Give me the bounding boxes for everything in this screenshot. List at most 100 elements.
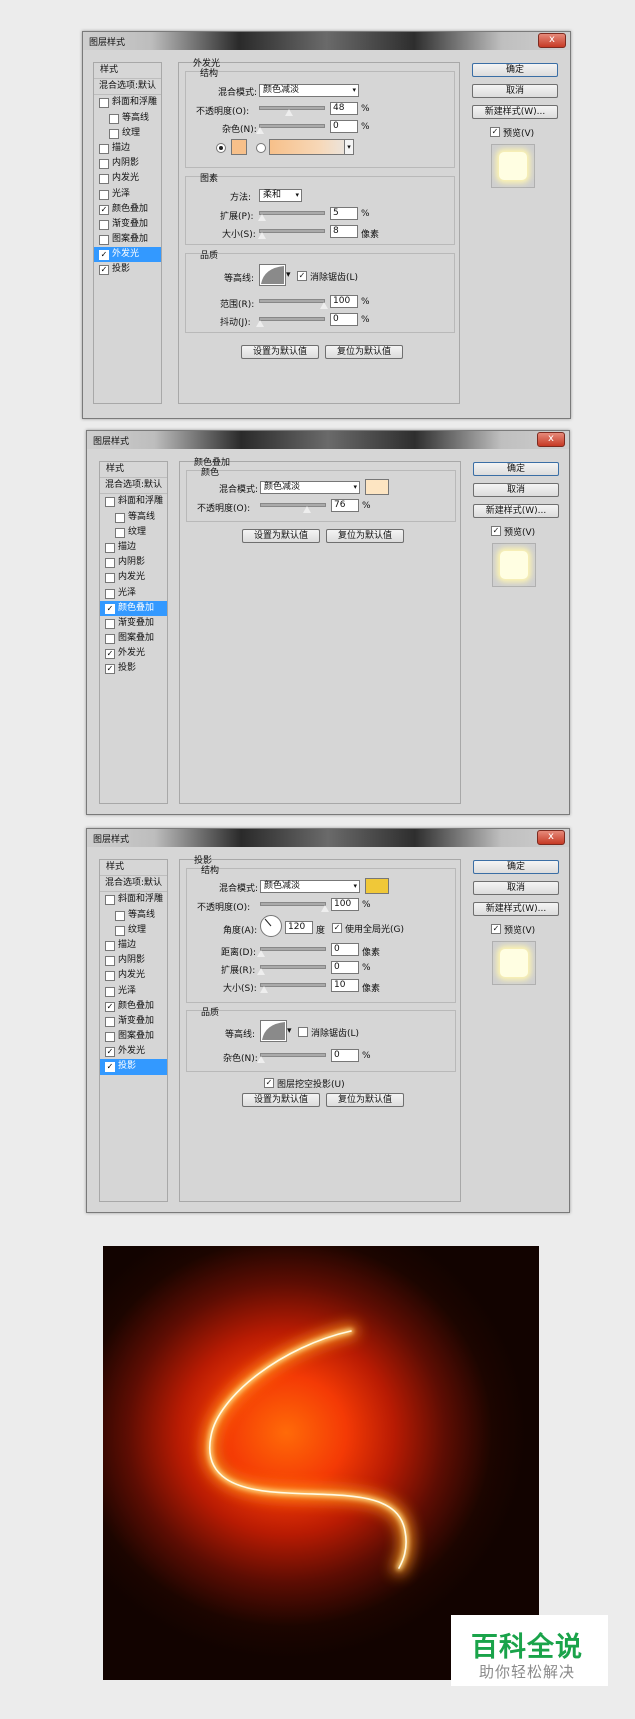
opacity-slider[interactable] bbox=[260, 902, 326, 906]
blend-options-item[interactable]: 混合选项:默认 bbox=[100, 876, 167, 893]
pattern-overlay-checkbox[interactable] bbox=[99, 235, 109, 246]
style-item-pattern-overlay[interactable]: 图案叠加 bbox=[100, 631, 167, 646]
pattern-overlay-checkbox[interactable] bbox=[105, 634, 115, 645]
style-item-gradient-overlay[interactable]: 渐变叠加 bbox=[100, 616, 167, 631]
stroke-checkbox[interactable] bbox=[105, 940, 115, 951]
inner-glow-checkbox[interactable] bbox=[105, 971, 115, 982]
distance-slider[interactable] bbox=[260, 947, 326, 951]
range-slider[interactable] bbox=[259, 299, 325, 303]
color-overlay-checkbox[interactable]: ✓ bbox=[105, 1001, 115, 1012]
ok-button[interactable]: 确定 bbox=[472, 63, 558, 77]
style-item-inner-glow[interactable]: 内发光 bbox=[94, 171, 161, 186]
style-item-contour[interactable]: 等高线 bbox=[100, 510, 167, 525]
gradient-overlay-checkbox[interactable] bbox=[99, 219, 109, 230]
jitter-slider[interactable] bbox=[259, 317, 325, 321]
style-item-drop-shadow[interactable]: ✓ 投影 bbox=[100, 1059, 167, 1075]
style-item-stroke[interactable]: 描边 bbox=[100, 540, 167, 555]
make-default-button[interactable]: 设置为默认值 bbox=[241, 345, 319, 359]
contour-checkbox[interactable] bbox=[115, 512, 125, 523]
contour-arrow[interactable]: ▾ bbox=[286, 270, 291, 280]
spread-input[interactable]: 5 bbox=[330, 207, 358, 220]
opacity-input[interactable]: 100 bbox=[331, 898, 359, 911]
distance-input[interactable]: 0 bbox=[331, 943, 359, 956]
style-item-outer-glow[interactable]: ✓ 外发光 bbox=[94, 247, 161, 263]
contour-arrow[interactable]: ▾ bbox=[287, 1026, 292, 1036]
style-item-inner-shadow[interactable]: 内阴影 bbox=[100, 555, 167, 570]
style-item-inner-glow[interactable]: 内发光 bbox=[100, 570, 167, 585]
style-item-gradient-overlay[interactable]: 渐变叠加 bbox=[100, 1014, 167, 1029]
style-item-drop-shadow[interactable]: ✓ 投影 bbox=[94, 262, 161, 277]
blend-mode-select[interactable]: 颜色减淡 ▾ bbox=[259, 84, 359, 97]
contour-picker[interactable] bbox=[259, 264, 286, 286]
outer-glow-checkbox[interactable]: ✓ bbox=[105, 1047, 115, 1058]
style-item-outer-glow[interactable]: ✓ 外发光 bbox=[100, 1044, 167, 1059]
pattern-overlay-checkbox[interactable] bbox=[105, 1032, 115, 1043]
styles-header[interactable]: 样式 bbox=[100, 462, 167, 479]
size-slider[interactable] bbox=[259, 229, 325, 233]
inner-shadow-checkbox[interactable] bbox=[105, 956, 115, 967]
opacity-slider-thumb[interactable] bbox=[303, 506, 311, 513]
bevel-checkbox[interactable] bbox=[99, 98, 109, 109]
shadow-color-swatch[interactable] bbox=[365, 878, 389, 894]
noise-input[interactable]: 0 bbox=[330, 120, 358, 133]
noise-slider-thumb[interactable] bbox=[256, 127, 264, 134]
opacity-slider-thumb[interactable] bbox=[285, 109, 293, 116]
style-item-pattern-overlay[interactable]: 图案叠加 bbox=[94, 232, 161, 247]
reset-default-button[interactable]: 复位为默认值 bbox=[326, 1093, 404, 1107]
antialias-checkbox[interactable]: ✓ bbox=[297, 271, 307, 281]
texture-checkbox[interactable] bbox=[109, 128, 119, 139]
style-item-bevel[interactable]: 斜面和浮雕 bbox=[94, 95, 161, 110]
noise-slider[interactable] bbox=[259, 124, 325, 128]
close-button[interactable]: x bbox=[538, 33, 566, 48]
blend-options-item[interactable]: 混合选项:默认 bbox=[94, 79, 161, 96]
jitter-slider-thumb[interactable] bbox=[256, 320, 264, 327]
style-item-color-overlay[interactable]: ✓ 颜色叠加 bbox=[100, 600, 167, 616]
inner-shadow-checkbox[interactable] bbox=[99, 159, 109, 170]
style-item-pattern-overlay[interactable]: 图案叠加 bbox=[100, 1029, 167, 1044]
noise-slider[interactable] bbox=[260, 1053, 326, 1057]
stroke-checkbox[interactable] bbox=[99, 143, 109, 154]
drop-shadow-checkbox[interactable]: ✓ bbox=[105, 664, 115, 675]
cancel-button[interactable]: 取消 bbox=[473, 483, 559, 497]
contour-checkbox[interactable] bbox=[115, 910, 125, 921]
solid-color-radio[interactable] bbox=[216, 143, 226, 153]
preview-checkbox[interactable]: ✓ bbox=[491, 526, 501, 536]
blend-mode-select[interactable]: 颜色减淡 ▾ bbox=[260, 481, 360, 494]
styles-header[interactable]: 样式 bbox=[100, 860, 167, 877]
style-item-satin[interactable]: 光泽 bbox=[94, 187, 161, 202]
spread-slider-thumb[interactable] bbox=[257, 968, 265, 975]
style-item-satin[interactable]: 光泽 bbox=[100, 586, 167, 601]
preview-checkbox[interactable]: ✓ bbox=[491, 924, 501, 934]
gradient-overlay-checkbox[interactable] bbox=[105, 1016, 115, 1027]
antialias-checkbox[interactable] bbox=[298, 1027, 308, 1037]
style-item-bevel[interactable]: 斜面和浮雕 bbox=[100, 494, 167, 509]
satin-checkbox[interactable] bbox=[105, 986, 115, 997]
style-item-texture[interactable]: 纹理 bbox=[100, 923, 167, 938]
ok-button[interactable]: 确定 bbox=[473, 462, 559, 476]
noise-input[interactable]: 0 bbox=[331, 1049, 359, 1062]
reset-default-button[interactable]: 复位为默认值 bbox=[326, 529, 404, 543]
style-item-contour[interactable]: 等高线 bbox=[94, 111, 161, 126]
style-item-color-overlay[interactable]: ✓ 颜色叠加 bbox=[100, 999, 167, 1014]
style-item-color-overlay[interactable]: ✓ 颜色叠加 bbox=[94, 202, 161, 217]
style-item-satin[interactable]: 光泽 bbox=[100, 984, 167, 999]
style-item-drop-shadow[interactable]: ✓ 投影 bbox=[100, 661, 167, 676]
close-button[interactable]: x bbox=[537, 432, 565, 447]
contour-picker[interactable] bbox=[260, 1020, 287, 1042]
jitter-input[interactable]: 0 bbox=[330, 313, 358, 326]
style-item-stroke[interactable]: 描边 bbox=[94, 141, 161, 156]
spread-slider[interactable] bbox=[259, 211, 325, 215]
satin-checkbox[interactable] bbox=[99, 189, 109, 200]
styles-header[interactable]: 样式 bbox=[94, 63, 161, 80]
bevel-checkbox[interactable] bbox=[105, 895, 115, 906]
style-item-inner-shadow[interactable]: 内阴影 bbox=[94, 156, 161, 171]
spread-slider[interactable] bbox=[260, 965, 326, 969]
style-item-inner-glow[interactable]: 内发光 bbox=[100, 968, 167, 983]
texture-checkbox[interactable] bbox=[115, 925, 125, 936]
preview-checkbox[interactable]: ✓ bbox=[490, 127, 500, 137]
inner-shadow-checkbox[interactable] bbox=[105, 558, 115, 569]
style-item-texture[interactable]: 纹理 bbox=[100, 525, 167, 540]
size-input[interactable]: 10 bbox=[331, 979, 359, 992]
color-overlay-checkbox[interactable]: ✓ bbox=[99, 204, 109, 215]
new-style-button[interactable]: 新建样式(W)... bbox=[473, 902, 559, 916]
